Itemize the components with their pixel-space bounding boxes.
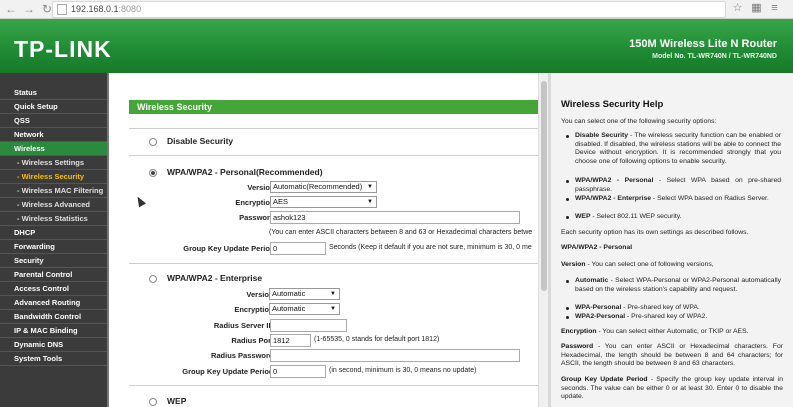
- radius-ip-input[interactable]: [270, 319, 347, 332]
- wep-label: WEP: [167, 396, 187, 406]
- sidebar-item-network[interactable]: Network: [0, 128, 107, 142]
- forward-icon[interactable]: →: [22, 2, 36, 16]
- sidebar-item-wireless-mac-filtering[interactable]: - Wireless MAC Filtering: [0, 184, 107, 198]
- ent-version-select[interactable]: Automatic ▼: [269, 288, 340, 300]
- sidebar-item-wireless-settings[interactable]: - Wireless Settings: [0, 156, 107, 170]
- ent-group-key-input[interactable]: 0: [270, 365, 326, 378]
- url-host: 192.168.0.1: [71, 4, 119, 14]
- page-icon: [57, 4, 67, 15]
- help-each: Each security option has its own setting…: [561, 229, 749, 236]
- encryption-value: AES: [273, 197, 289, 206]
- sidebar-item-forwarding[interactable]: Forwarding: [0, 240, 107, 254]
- radius-password-label: Radius Password:: [210, 351, 276, 360]
- star-icon[interactable]: ☆: [731, 2, 744, 15]
- back-icon[interactable]: ←: [4, 2, 18, 16]
- browser-toolbar: ← → ↻ 192.168.0.1:8080 ☆ ▦ ≡: [0, 0, 793, 19]
- wpa-enterprise-label: WPA/WPA2 - Enterprise: [167, 273, 263, 283]
- help-group-key: Group Key Update Period - Specify the gr…: [561, 376, 783, 400]
- model-number: Model No. TL-WR740N / TL-WR740ND: [652, 53, 777, 60]
- sidebar-item-ip-mac-binding[interactable]: IP & MAC Binding: [0, 324, 107, 338]
- url-port: :8080: [118, 4, 142, 14]
- radius-port-input[interactable]: 1812: [270, 334, 311, 347]
- sidebar-item-parental-control[interactable]: Parental Control: [0, 268, 107, 282]
- divider: [129, 155, 538, 156]
- wpa-personal-radio[interactable]: [149, 169, 157, 177]
- sidebar-item-status[interactable]: Status: [0, 86, 107, 100]
- help-bullet: WEP - Select 802.11 WEP security.: [566, 213, 781, 222]
- version-select[interactable]: Automatic(Recommended) ▼: [270, 181, 377, 193]
- extension-icon[interactable]: ▦: [750, 2, 763, 15]
- chevron-down-icon: ▼: [367, 184, 373, 190]
- wep-radio[interactable]: [149, 398, 157, 406]
- divider: [129, 263, 538, 264]
- password-input[interactable]: ashok123: [270, 211, 520, 224]
- help-bullet: Disable Security - The wireless security…: [566, 132, 781, 166]
- sidebar-item-bandwidth-control[interactable]: Bandwidth Control: [0, 310, 107, 324]
- help-intro: You can select one of the following secu…: [561, 118, 717, 125]
- radius-password-input[interactable]: [270, 349, 520, 362]
- disable-security-radio[interactable]: [149, 138, 157, 146]
- menu-icon[interactable]: ≡: [768, 2, 781, 15]
- sidebar-item-quick-setup[interactable]: Quick Setup: [0, 100, 107, 114]
- chevron-down-icon: ▼: [330, 306, 336, 312]
- help-password: Password - You can enter ASCII or Hexade…: [561, 343, 783, 367]
- help-vbullet: WPA2-Personal - Pre-shared key of WPA2.: [566, 313, 781, 322]
- page-title: Wireless Security: [129, 100, 538, 114]
- wpa-personal-label: WPA/WPA2 - Personal(Recommended): [167, 167, 323, 177]
- divider: [129, 385, 538, 386]
- sidebar-menu: Status Quick Setup QSS Network Wireless …: [0, 73, 109, 407]
- sidebar-item-advanced-routing[interactable]: Advanced Routing: [0, 296, 107, 310]
- help-bullet: WPA/WPA2 - Personal - Select WPA based o…: [566, 177, 781, 194]
- ent-version-value: Automatic: [272, 289, 306, 298]
- chevron-down-icon: ▼: [367, 199, 373, 205]
- ent-group-key-hint: (in second, minimum is 30, 0 means no up…: [329, 367, 477, 374]
- sidebar-item-access-control[interactable]: Access Control: [0, 282, 107, 296]
- help-title: Wireless Security Help: [561, 99, 664, 110]
- main-content: Wireless Security Disable Security WPA/W…: [109, 73, 538, 407]
- help-bullet: WPA/WPA2 - Enterprise - Select WPA based…: [566, 195, 781, 204]
- ent-group-key-label: Group Key Update Period:: [182, 367, 276, 376]
- help-vbullet: Automatic - Select WPA-Personal or WPA2-…: [566, 277, 781, 294]
- divider: [129, 128, 538, 129]
- scrollbar-thumb[interactable]: [541, 81, 547, 291]
- ent-encryption-value: Automatic: [272, 304, 306, 313]
- sidebar-item-wireless-advanced[interactable]: - Wireless Advanced: [0, 198, 107, 212]
- sidebar-item-qss[interactable]: QSS: [0, 114, 107, 128]
- password-hint: (You can enter ASCII characters between …: [269, 229, 533, 236]
- group-key-hint: Seconds (Keep it default if you are not …: [329, 244, 532, 251]
- sidebar-item-wireless[interactable]: Wireless: [0, 142, 107, 156]
- chevron-down-icon: ▼: [330, 291, 336, 297]
- radius-port-hint: (1-65535, 0 stands for default port 1812…: [314, 336, 440, 343]
- help-panel: Wireless Security Help You can select on…: [551, 73, 793, 407]
- group-key-input[interactable]: 0: [270, 242, 326, 255]
- sidebar-item-dhcp[interactable]: DHCP: [0, 226, 107, 240]
- sidebar-item-security[interactable]: Security: [0, 254, 107, 268]
- help-version: Version - You can select one of followin…: [561, 261, 714, 268]
- encryption-select[interactable]: AES ▼: [270, 196, 377, 208]
- router-header: TP-LINK 150M Wireless Lite N Router Mode…: [0, 19, 793, 73]
- disable-security-label: Disable Security: [167, 136, 234, 146]
- ent-encryption-select[interactable]: Automatic ▼: [269, 303, 340, 315]
- wpa-enterprise-radio[interactable]: [149, 275, 157, 283]
- tplink-logo: TP-LINK: [14, 36, 112, 62]
- group-key-label: Group Key Update Period:: [183, 244, 277, 253]
- address-bar[interactable]: 192.168.0.1:8080: [52, 1, 726, 18]
- sidebar-item-dynamic-dns[interactable]: Dynamic DNS: [0, 338, 107, 352]
- version-value: Automatic(Recommended): [273, 182, 363, 191]
- sidebar-item-system-tools[interactable]: System Tools: [0, 352, 107, 366]
- sidebar-item-wireless-security[interactable]: - Wireless Security: [0, 170, 107, 184]
- help-personal-head: WPA/WPA2 - Personal: [561, 244, 633, 251]
- help-vbullet: WPA-Personal - Pre-shared key of WPA.: [566, 304, 781, 313]
- help-encryption: Encryption - You can select either Autom…: [561, 328, 749, 335]
- radius-ip-label: Radius Server IP:: [213, 321, 276, 330]
- product-name: 150M Wireless Lite N Router: [629, 38, 777, 50]
- sidebar-item-wireless-statistics[interactable]: - Wireless Statistics: [0, 212, 107, 226]
